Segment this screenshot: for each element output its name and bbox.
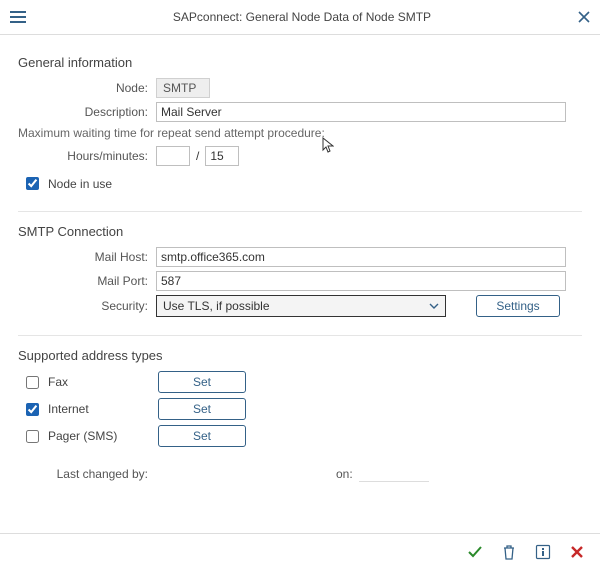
mail-host-label: Mail Host:	[18, 250, 156, 264]
changed-on-label: on:	[336, 467, 353, 481]
dialog-toolbar	[0, 533, 600, 570]
pager-set-button[interactable]: Set	[158, 425, 246, 447]
fax-label: Fax	[48, 375, 68, 389]
internet-label: Internet	[48, 402, 89, 416]
hours-input[interactable]	[156, 146, 190, 166]
minutes-input[interactable]	[205, 146, 239, 166]
addr-heading: Supported address types	[18, 348, 582, 363]
internet-checkbox[interactable]	[26, 403, 39, 416]
mail-port-input[interactable]	[156, 271, 566, 291]
internet-set-button[interactable]: Set	[158, 398, 246, 420]
pager-checkbox[interactable]	[26, 430, 39, 443]
settings-button[interactable]: Settings	[476, 295, 560, 317]
general-heading: General information	[18, 55, 582, 70]
section-smtp: SMTP Connection Mail Host: Mail Port: Se…	[18, 224, 582, 336]
last-changed-by-label: Last changed by:	[18, 467, 156, 481]
pager-label: Pager (SMS)	[48, 429, 117, 443]
description-label: Description:	[18, 105, 156, 119]
node-label: Node:	[18, 81, 156, 95]
mail-port-label: Mail Port:	[18, 274, 156, 288]
wait-hint: Maximum waiting time for repeat send att…	[18, 126, 582, 140]
last-changed-row: Last changed by: on:	[18, 465, 582, 482]
security-value: Use TLS, if possible	[163, 299, 429, 313]
slash-label: /	[196, 149, 199, 163]
mail-host-input[interactable]	[156, 247, 566, 267]
security-combobox[interactable]: Use TLS, if possible	[156, 295, 446, 317]
node-value: SMTP	[156, 78, 210, 98]
changed-on-value	[359, 465, 429, 482]
fax-set-button[interactable]: Set	[158, 371, 246, 393]
hours-minutes-label: Hours/minutes:	[18, 149, 156, 163]
section-general: General information Node: SMTP Descripti…	[18, 55, 582, 212]
node-in-use-checkbox[interactable]	[26, 177, 39, 190]
security-label: Security:	[18, 299, 156, 313]
smtp-heading: SMTP Connection	[18, 224, 582, 239]
close-icon[interactable]	[578, 11, 590, 23]
delete-icon[interactable]	[500, 543, 518, 561]
node-in-use-label: Node in use	[48, 177, 112, 191]
accept-icon[interactable]	[466, 543, 484, 561]
cancel-icon[interactable]	[568, 543, 586, 561]
chevron-down-icon	[429, 303, 439, 309]
section-address-types: Supported address types Fax Set Internet…	[18, 348, 582, 496]
description-input[interactable]	[156, 102, 566, 122]
info-icon[interactable]	[534, 543, 552, 561]
menu-icon[interactable]	[10, 11, 26, 23]
window-title: SAPconnect: General Node Data of Node SM…	[26, 10, 578, 24]
fax-checkbox[interactable]	[26, 376, 39, 389]
